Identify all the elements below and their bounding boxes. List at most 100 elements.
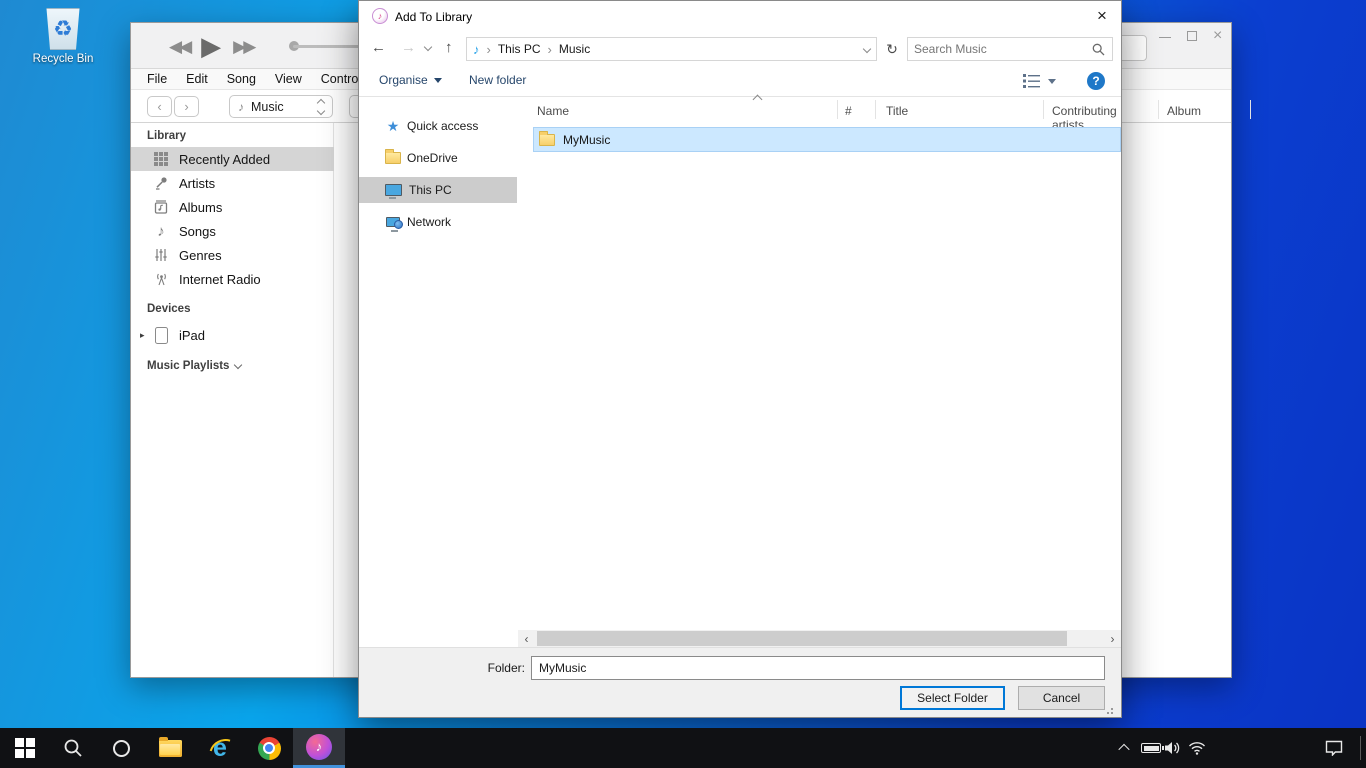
nav-item-label: Network	[407, 215, 451, 229]
nav-item-network[interactable]: Network	[359, 209, 517, 235]
column-divider	[1158, 100, 1159, 119]
rewind-button[interactable]: ◀◀	[169, 38, 189, 55]
horizontal-scrollbar[interactable]: ‹ ›	[518, 630, 1121, 647]
menu-song[interactable]: Song	[227, 72, 256, 86]
column-divider	[1250, 100, 1251, 119]
recycle-bin-shortcut[interactable]: ♻ Recycle Bin	[28, 8, 98, 65]
playback-controls: ◀◀ ▶ ▶▶	[169, 31, 253, 61]
sidebar-item-songs[interactable]: ♪ Songs	[131, 219, 334, 243]
fast-forward-button[interactable]: ▶▶	[233, 38, 253, 55]
taskbar-search-button[interactable]	[50, 728, 96, 768]
view-selector-button[interactable]	[1023, 74, 1056, 88]
dropdown-icon	[434, 78, 442, 83]
internet-explorer-button[interactable]: e	[196, 728, 244, 768]
music-note-icon: ♪	[378, 11, 383, 21]
column-number[interactable]: #	[845, 104, 852, 118]
play-button[interactable]: ▶	[201, 33, 221, 59]
select-folder-button[interactable]: Select Folder	[900, 686, 1005, 710]
back-button[interactable]: ←	[371, 39, 386, 56]
breadcrumb-this-pc[interactable]: This PC	[498, 42, 541, 56]
folder-icon	[539, 134, 555, 146]
wifi-tray-icon[interactable]	[1182, 728, 1212, 768]
column-divider	[1043, 100, 1044, 119]
new-folder-button[interactable]: New folder	[469, 73, 526, 87]
close-icon: ×	[1097, 6, 1107, 26]
resize-grip[interactable]	[1107, 708, 1113, 714]
menu-file[interactable]: File	[147, 72, 167, 86]
sidebar-item-genres[interactable]: Genres	[131, 243, 334, 267]
nav-item-quick-access[interactable]: ★ Quick access	[359, 113, 517, 139]
scroll-left-button[interactable]: ‹	[518, 630, 535, 647]
forward-button: →	[401, 39, 416, 56]
column-album[interactable]: Album	[1167, 104, 1201, 118]
speaker-icon	[1164, 740, 1182, 756]
itunes-close-button[interactable]: ×	[1213, 28, 1222, 44]
sidebar-item-artists[interactable]: Artists	[131, 171, 334, 195]
menu-view[interactable]: View	[275, 72, 302, 86]
refresh-button[interactable]: ↻	[881, 37, 903, 61]
scrollbar-thumb[interactable]	[537, 631, 1067, 646]
start-button[interactable]	[2, 728, 48, 768]
search-icon	[63, 738, 83, 758]
search-box[interactable]	[907, 37, 1113, 61]
search-input[interactable]	[914, 39, 1084, 59]
file-row-mymusic[interactable]: MyMusic	[533, 127, 1121, 152]
itunes-forward-button[interactable]: ›	[174, 96, 199, 117]
show-desktop-button[interactable]	[1360, 736, 1361, 760]
column-name[interactable]: Name	[537, 104, 569, 118]
dialog-nav-pane: ★ Quick access OneDrive This PC Network	[359, 97, 517, 629]
desktop: ♻ Recycle Bin ◀◀ ▶ ▶▶ × File Edit Song V…	[0, 0, 1366, 768]
sidebar-item-label: Songs	[179, 224, 216, 239]
cortana-button[interactable]	[98, 728, 144, 768]
music-note-icon: ♪	[238, 100, 244, 114]
cancel-button[interactable]: Cancel	[1018, 686, 1105, 710]
show-hidden-icons-button[interactable]	[1110, 728, 1138, 768]
sidebar-item-ipad[interactable]: ▸ iPad	[131, 323, 334, 347]
folder-name-field[interactable]	[531, 656, 1105, 680]
grid-icon	[152, 152, 170, 166]
breadcrumb-separator: ›	[548, 42, 552, 57]
organise-button[interactable]: Organise	[379, 73, 442, 87]
itunes-minimize-button[interactable]	[1159, 37, 1171, 38]
chevron-down-icon	[234, 360, 242, 368]
menu-edit[interactable]: Edit	[186, 72, 208, 86]
up-button[interactable]: ↑	[445, 39, 453, 56]
nav-item-onedrive[interactable]: OneDrive	[359, 145, 517, 171]
action-center-icon	[1325, 740, 1343, 756]
recent-locations-dropdown[interactable]	[424, 43, 432, 51]
dialog-titlebar: ♪ Add To Library ×	[359, 1, 1121, 31]
nav-item-label: Quick access	[407, 119, 478, 133]
sidebar-item-label: Internet Radio	[179, 272, 261, 287]
search-icon	[1092, 43, 1105, 56]
chrome-button[interactable]	[246, 728, 292, 768]
sidebar-item-albums[interactable]: Albums	[131, 195, 334, 219]
music-playlists-header[interactable]: Music Playlists	[147, 360, 241, 372]
sidebar-item-recently-added[interactable]: Recently Added	[131, 147, 334, 171]
itunes-taskbar-button[interactable]: ♪	[293, 728, 345, 768]
disclosure-icon[interactable]: ▸	[140, 330, 145, 341]
itunes-back-button[interactable]: ‹	[147, 96, 172, 117]
scroll-right-button[interactable]: ›	[1104, 630, 1121, 647]
sidebar-item-label: Recently Added	[179, 152, 270, 167]
dialog-title: Add To Library	[395, 10, 472, 24]
address-dropdown-icon[interactable]	[863, 45, 871, 53]
column-title[interactable]: Title	[886, 104, 908, 118]
nav-item-label: This PC	[409, 183, 452, 197]
minimize-icon	[1159, 37, 1171, 38]
media-type-selector[interactable]: ♪ Music	[229, 95, 333, 118]
cortana-icon	[113, 740, 130, 757]
file-explorer-button[interactable]	[146, 728, 194, 768]
sidebar-item-internet-radio[interactable]: Internet Radio	[131, 267, 334, 291]
devices-header: Devices	[147, 303, 190, 315]
action-center-button[interactable]	[1316, 728, 1352, 768]
ipad-icon	[152, 327, 170, 344]
breadcrumb-music[interactable]: Music	[559, 42, 590, 56]
folder-name-input[interactable]	[539, 658, 1094, 678]
help-button[interactable]: ?	[1087, 72, 1105, 90]
itunes-maximize-button[interactable]	[1187, 31, 1197, 41]
dialog-close-button[interactable]: ×	[1085, 3, 1119, 29]
organise-label: Organise	[379, 73, 428, 87]
nav-item-this-pc[interactable]: This PC	[359, 177, 517, 203]
address-bar[interactable]: ♪ › This PC › Music	[466, 37, 877, 61]
star-icon: ★	[384, 118, 402, 135]
